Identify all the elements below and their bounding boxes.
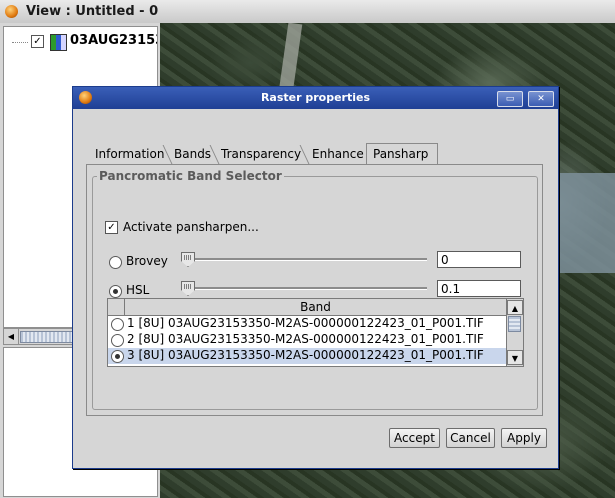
band-row-3[interactable]: 3 [8U] 03AUG23153350-M2AS-000000122423_0… — [108, 348, 506, 364]
tree-connector — [12, 42, 28, 43]
brovey-value-field[interactable]: 0 — [437, 251, 521, 268]
band-row-label[interactable]: 3 [8U] 03AUG23153350-M2AS-000000122423_0… — [127, 348, 484, 362]
scroll-up-icon[interactable]: ▲ — [507, 300, 523, 315]
tab-transparency[interactable]: Transparency — [215, 145, 307, 164]
brovey-label[interactable]: Brovey — [126, 254, 168, 268]
hsl-value-field[interactable]: 0.1 — [437, 280, 521, 297]
gvsig-icon — [5, 5, 18, 18]
band-table: Band 1 [8U] 03AUG23153350-M2AS-000000122… — [107, 298, 524, 367]
activate-pansharpen-checkbox[interactable]: ✓ — [105, 221, 118, 234]
activate-pansharpen-label[interactable]: Activate pansharpen... — [123, 220, 259, 234]
apply-button[interactable]: Apply — [501, 428, 547, 448]
band-row-1[interactable]: 1 [8U] 03AUG23153350-M2AS-000000122423_0… — [108, 316, 506, 332]
hsl-label[interactable]: HSL — [126, 283, 149, 297]
pansharp-panel: Pancromatic Band Selector ✓ Activate pan… — [86, 164, 543, 416]
brovey-slider[interactable] — [181, 252, 427, 267]
band-row-label[interactable]: 2 [8U] 03AUG23153350-M2AS-000000122423_0… — [127, 332, 484, 346]
slider-track — [181, 287, 427, 290]
cancel-button[interactable]: Cancel — [446, 428, 495, 448]
maximize-icon[interactable]: ▭ — [497, 91, 523, 107]
close-icon[interactable]: ✕ — [528, 91, 554, 107]
view-titlebar: View : Untitled - 0 — [0, 0, 615, 24]
scroll-down-icon[interactable]: ▼ — [507, 350, 523, 365]
band-row-radio[interactable] — [111, 318, 124, 331]
hsl-slider[interactable] — [181, 281, 427, 296]
slider-track — [181, 258, 427, 261]
raster-properties-dialog: Raster properties ▭ ✕ Information Bands … — [72, 86, 559, 469]
band-row-2[interactable]: 2 [8U] 03AUG23153350-M2AS-000000122423_0… — [108, 332, 506, 348]
band-table-header: Band — [108, 299, 506, 316]
band-row-radio[interactable] — [111, 350, 124, 363]
map-water — [560, 173, 615, 273]
dialog-titlebar[interactable]: Raster properties ▭ ✕ — [73, 87, 558, 109]
band-table-scrollbar[interactable]: ▲ ▼ — [506, 299, 523, 366]
tab-information[interactable]: Information — [89, 145, 171, 164]
band-row-label[interactable]: 1 [8U] 03AUG23153350-M2AS-000000122423_0… — [127, 316, 484, 330]
scroll-thumb[interactable] — [508, 316, 521, 332]
scroll-left-icon[interactable]: ◀ — [4, 329, 19, 344]
view-title: View : Untitled - 0 — [26, 4, 159, 19]
band-column-header[interactable]: Band — [125, 300, 506, 314]
dialog-title: Raster properties — [260, 91, 371, 104]
accept-button[interactable]: Accept — [389, 428, 440, 448]
brovey-radio[interactable] — [109, 256, 122, 269]
slider-thumb[interactable] — [181, 252, 195, 267]
tab-enhance[interactable]: Enhance — [306, 145, 368, 164]
raster-layer-icon — [50, 34, 67, 51]
tab-pansharp[interactable]: Pansharp — [366, 143, 438, 166]
band-row-radio[interactable] — [111, 334, 124, 347]
header-spacer — [108, 299, 125, 315]
group-title: Pancromatic Band Selector — [97, 169, 284, 183]
pancromatic-band-selector-group: Pancromatic Band Selector ✓ Activate pan… — [92, 169, 538, 410]
hsl-radio[interactable] — [109, 285, 122, 298]
layer-name[interactable]: 03AUG23153 — [70, 33, 157, 48]
layer-visibility-checkbox[interactable]: ✓ — [31, 35, 44, 48]
slider-thumb[interactable] — [181, 281, 195, 296]
